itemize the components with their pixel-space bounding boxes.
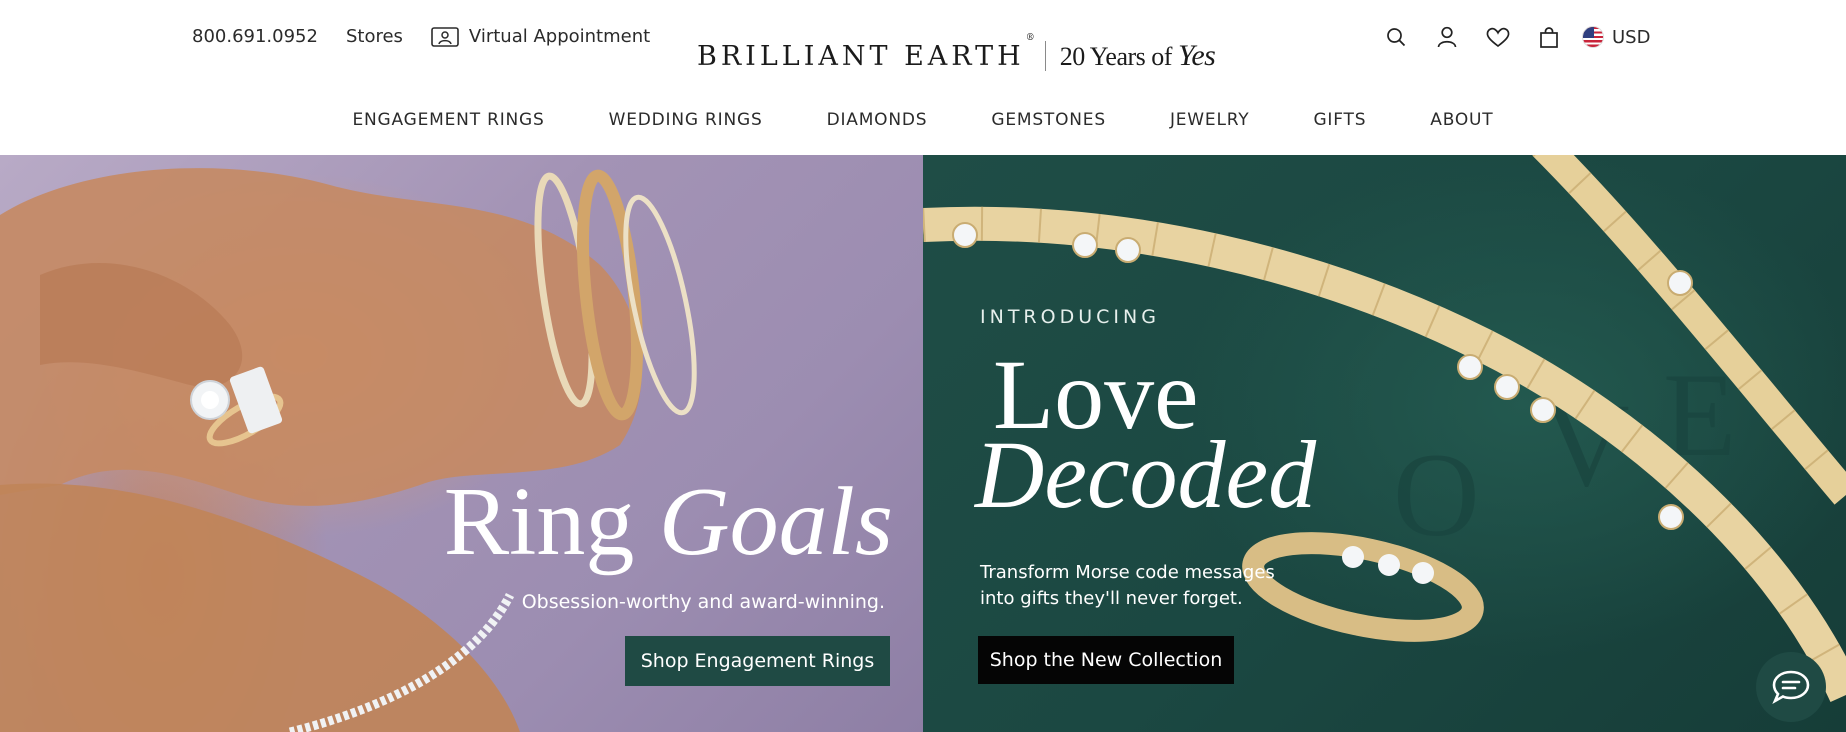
search-icon[interactable]	[1384, 22, 1408, 52]
hero-banner: Ring Goals Obsession-worthy and award-wi…	[0, 155, 1846, 732]
heart-icon[interactable]	[1486, 22, 1510, 52]
nav-about[interactable]: ABOUT	[1430, 100, 1493, 140]
shop-engagement-rings-button[interactable]: Shop Engagement Rings	[625, 636, 890, 686]
nav-diamonds[interactable]: DIAMONDS	[827, 100, 928, 140]
virtual-appointment-label: Virtual Appointment	[468, 26, 651, 47]
hero-left-panel[interactable]: Ring Goals Obsession-worthy and award-wi…	[0, 155, 923, 732]
hero-right-title-line2: Decoded	[975, 421, 1317, 528]
brand-logo[interactable]: BRILLIANT EARTH® 20 Years of Yes	[697, 30, 1216, 82]
bag-icon[interactable]	[1537, 22, 1561, 52]
hero-right-panel[interactable]: O V E INTRODUCING Love Decoded Transform…	[923, 155, 1846, 732]
nav-engagement-rings[interactable]: ENGAGEMENT RINGS	[353, 100, 545, 140]
logo-tagline: 20 Years of Yes	[1059, 39, 1216, 72]
nav-gemstones[interactable]: GEMSTONES	[991, 100, 1106, 140]
hero-left-subtitle: Obsession-worthy and award-winning.	[521, 591, 885, 613]
phone-link[interactable]: 800.691.0952	[192, 22, 318, 52]
hero-right-subtitle: Transform Morse code messages into gifts…	[980, 562, 1275, 609]
account-icon[interactable]	[1435, 22, 1459, 52]
svg-text:O: O	[1393, 428, 1480, 561]
nav-jewelry[interactable]: JEWELRY	[1170, 100, 1250, 140]
virtual-appointment-link[interactable]: Virtual Appointment	[431, 22, 650, 52]
site-header: 800.691.0952 Stores Virtual Appointment …	[0, 0, 1846, 80]
chat-button[interactable]	[1756, 652, 1826, 722]
nav-wedding-rings[interactable]: WEDDING RINGS	[609, 100, 763, 140]
main-nav: ENGAGEMENT RINGS WEDDING RINGS DIAMONDS …	[0, 100, 1846, 140]
utility-links: 800.691.0952 Stores Virtual Appointment	[192, 22, 678, 52]
hero-right-eyebrow: INTRODUCING	[980, 306, 1160, 328]
currency-label: USD	[1612, 26, 1651, 48]
nav-gifts[interactable]: GIFTS	[1313, 100, 1366, 140]
chat-icon	[1772, 670, 1810, 705]
logo-wordmark: BRILLIANT EARTH®	[697, 32, 1035, 72]
hero-left-title: Ring Goals	[443, 468, 893, 576]
stores-link[interactable]: Stores	[346, 22, 403, 52]
logo-divider	[1044, 41, 1046, 71]
currency-selector[interactable]: USD	[1582, 26, 1650, 48]
shop-new-collection-button[interactable]: Shop the New Collection	[978, 636, 1234, 684]
us-flag-icon	[1582, 26, 1604, 48]
video-call-icon	[431, 27, 459, 47]
utility-icons: USD	[1384, 22, 1650, 52]
